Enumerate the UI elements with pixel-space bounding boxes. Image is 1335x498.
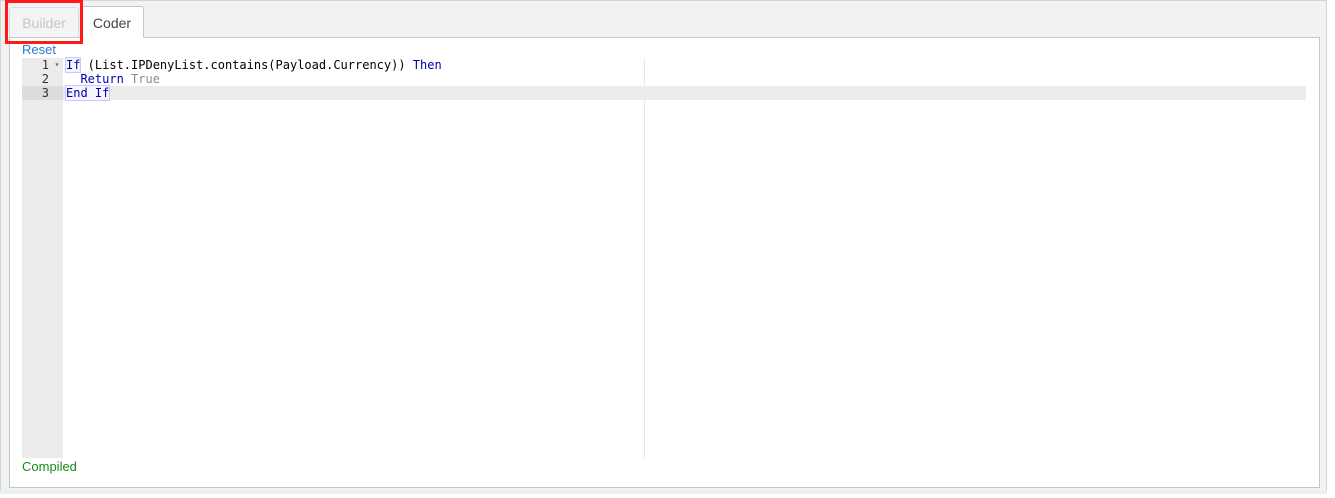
keyword-token: Then <box>412 58 442 72</box>
expression-token: (List.IPDenyList.contains(Payload.Curren… <box>80 58 413 72</box>
code-line-2[interactable]: 2 Return True <box>22 72 1306 86</box>
tab-coder[interactable]: Coder <box>80 6 144 38</box>
code-editor[interactable]: 1 ▾ If (List.IPDenyList.contains(Payload… <box>22 57 1306 458</box>
code-line-1[interactable]: 1 ▾ If (List.IPDenyList.contains(Payload… <box>22 57 1306 73</box>
print-margin <box>644 58 645 458</box>
compile-status: Compiled <box>22 459 77 474</box>
line-number-gutter <box>22 58 63 458</box>
line-number: 3 <box>22 86 63 100</box>
code-text: If (List.IPDenyList.contains(Payload.Cur… <box>64 57 442 73</box>
text-cursor <box>109 86 111 99</box>
code-text: End If <box>64 85 111 101</box>
keyword-token: If <box>64 57 82 73</box>
container-footer-strip <box>0 491 1327 494</box>
line-number: 2 <box>41 72 49 86</box>
keyword-token: End If <box>64 85 111 101</box>
code-text: Return True <box>66 72 160 86</box>
reset-link[interactable]: Reset <box>22 42 56 57</box>
indent-token <box>66 72 80 86</box>
keyword-token: Return <box>80 72 124 86</box>
fold-toggle-icon[interactable]: ▾ <box>53 58 61 72</box>
code-line-3[interactable]: 3 End If <box>22 85 1306 101</box>
literal-token: True <box>131 72 160 86</box>
tab-builder[interactable]: Builder <box>9 7 79 37</box>
